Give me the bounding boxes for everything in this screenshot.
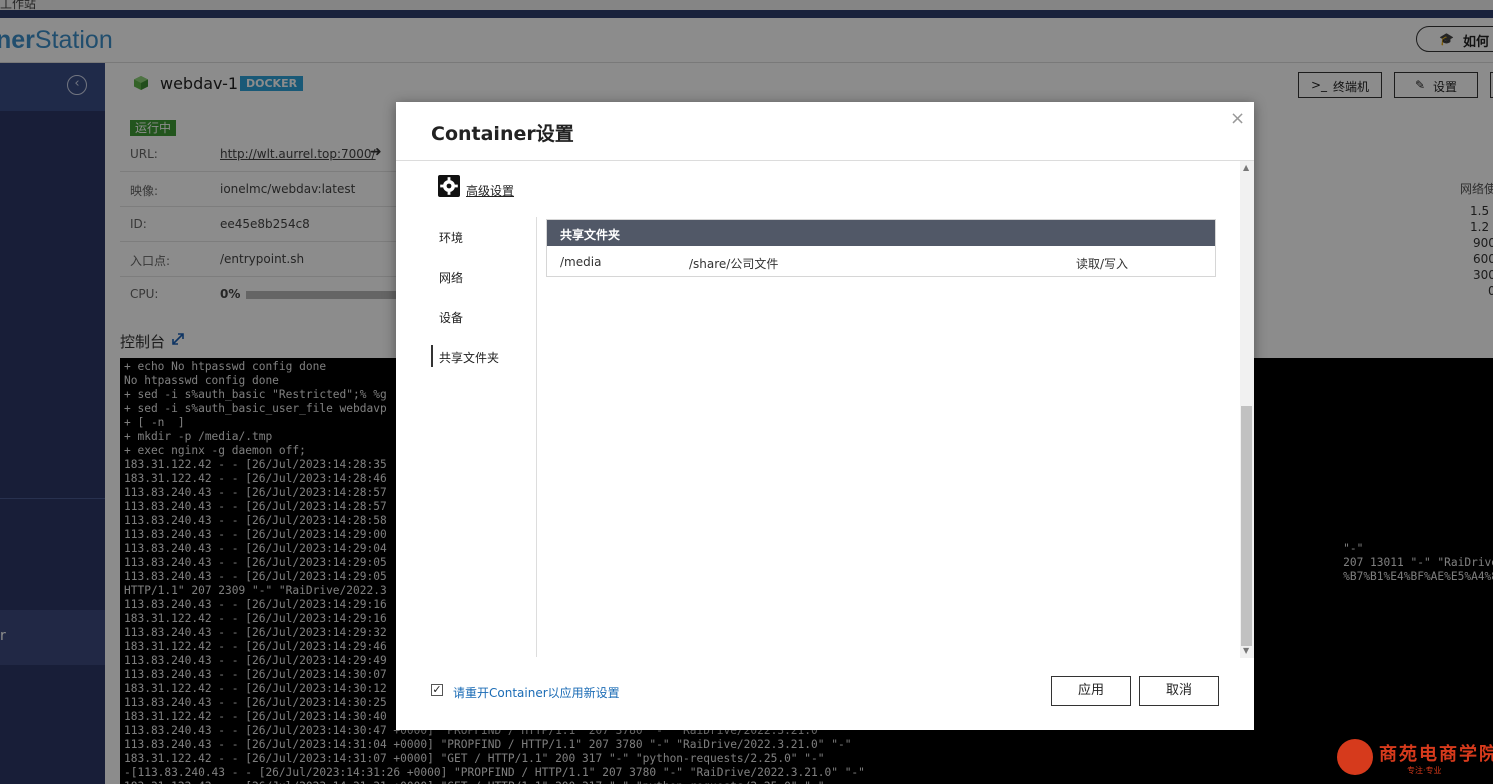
share-path-cell: /share/公司文件: [689, 257, 779, 271]
tab-network[interactable]: 网络: [431, 265, 531, 287]
apply-button[interactable]: 应用: [1051, 676, 1131, 706]
dialog-divider: [396, 160, 1254, 161]
mount-point-cell: /media: [560, 255, 602, 269]
tab-devices[interactable]: 设备: [431, 305, 531, 327]
scrollbar-thumb[interactable]: [1241, 406, 1252, 646]
dialog-scrollbar[interactable]: ▲ ▼: [1240, 161, 1254, 658]
scroll-down-icon[interactable]: ▼: [1243, 646, 1249, 655]
restart-checkbox[interactable]: ✓: [431, 684, 443, 696]
watermark-text: 商苑电商学院: [1379, 744, 1493, 765]
permission-cell: 读取/写入: [1076, 257, 1129, 271]
shared-folders-table-header: 共享文件夹: [547, 220, 1215, 246]
cancel-button[interactable]: 取消: [1139, 676, 1219, 706]
advanced-settings-link[interactable]: 高级设置: [466, 182, 514, 199]
tab-shared-folders[interactable]: 共享文件夹: [431, 345, 533, 367]
watermark-logo: 商苑电商学院 专注·专业: [1337, 738, 1493, 782]
tab-label: 网络: [439, 271, 464, 285]
dialog-title: Container设置: [431, 123, 574, 145]
tab-environment[interactable]: 环境: [431, 225, 531, 247]
restart-notice-label: 请重开Container以应用新设置: [453, 686, 620, 700]
gear-icon: [438, 175, 460, 197]
settings-tab-list: 环境 网络 设备 共享文件夹: [431, 217, 537, 657]
close-icon[interactable]: ×: [1230, 108, 1245, 129]
tab-label: 共享文件夹: [439, 351, 500, 365]
container-settings-dialog: Container设置 × 高级设置 环境 网络 设备 共享文件夹 共享文件夹: [396, 102, 1254, 730]
table-header-label: 共享文件夹: [560, 228, 621, 242]
table-row[interactable]: /media /share/公司文件 读取/写入: [547, 246, 1215, 276]
shared-folders-table: 共享文件夹 /media /share/公司文件 读取/写入: [546, 219, 1216, 277]
scroll-up-icon[interactable]: ▲: [1243, 163, 1249, 172]
watermark-seal-icon: [1337, 739, 1373, 775]
tab-label: 环境: [439, 231, 464, 245]
watermark-subtext: 专注·专业: [1407, 766, 1442, 775]
tab-label: 设备: [439, 311, 464, 325]
